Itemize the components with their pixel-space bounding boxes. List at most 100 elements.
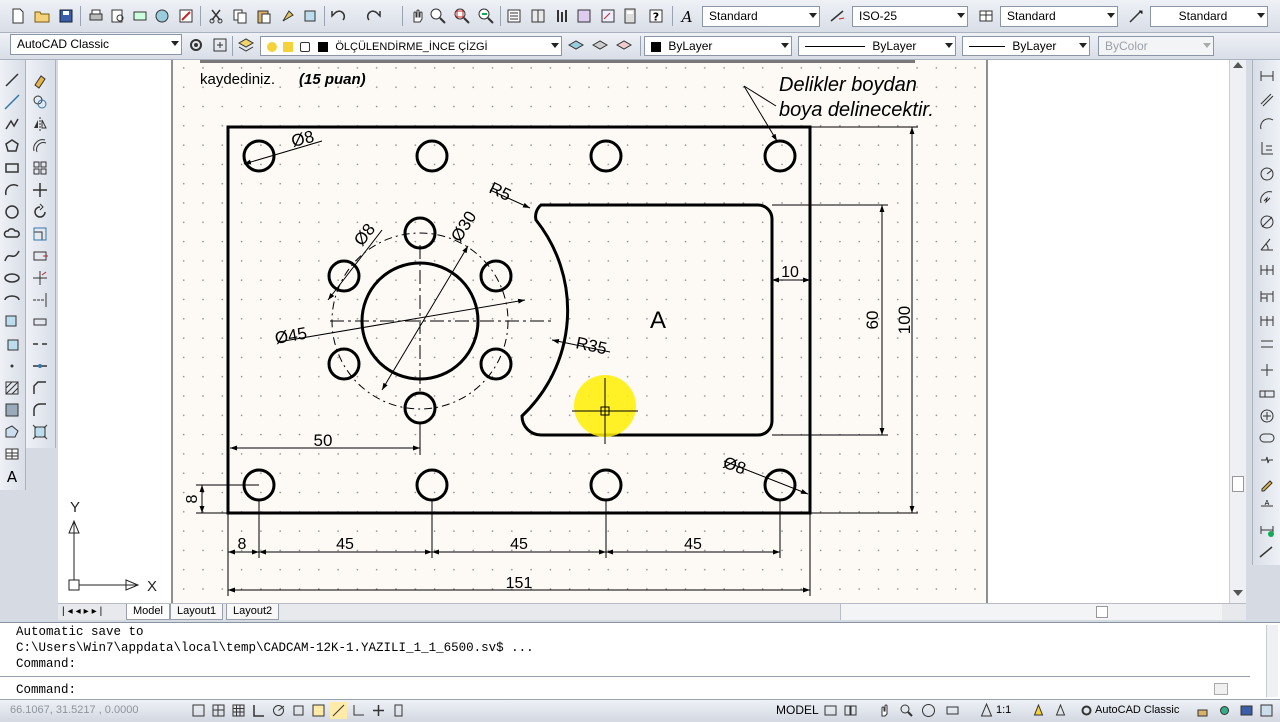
isolate-objects-icon[interactable]: [1216, 702, 1233, 719]
hatch-icon[interactable]: [2, 378, 23, 399]
ucs-toggle-icon[interactable]: [350, 702, 367, 719]
grid-display-icon[interactable]: [230, 702, 247, 719]
ordinate-dimension-icon[interactable]: [1257, 138, 1277, 158]
radius-dimension-icon[interactable]: [1257, 164, 1277, 184]
tab-layout2[interactable]: Layout2: [226, 604, 280, 620]
fillet-icon[interactable]: [30, 400, 50, 420]
horizontal-scroll-thumb[interactable]: [1096, 606, 1108, 618]
spline-icon[interactable]: [2, 246, 23, 267]
layer-manager-icon[interactable]: [236, 35, 256, 55]
zoom-realtime-icon[interactable]: [428, 6, 448, 26]
properties-edit-icon[interactable]: [176, 6, 196, 26]
object-snap-icon[interactable]: [290, 702, 307, 719]
dynamic-input-icon[interactable]: [370, 702, 387, 719]
stretch-icon[interactable]: [30, 246, 50, 266]
trim-icon[interactable]: [30, 268, 50, 288]
help-icon[interactable]: ?: [646, 6, 666, 26]
snap-mode-icon[interactable]: [210, 702, 227, 719]
rectangle-icon[interactable]: [2, 158, 23, 179]
construction-line-icon[interactable]: [2, 92, 23, 113]
jogged-linear-icon[interactable]: [1257, 450, 1277, 470]
chamfer-icon[interactable]: [30, 378, 50, 398]
save-icon[interactable]: [56, 6, 76, 26]
clean-screen-icon[interactable]: [1258, 702, 1275, 719]
annotation-scale-icon[interactable]: [978, 702, 995, 719]
workspace-status-label[interactable]: AutoCAD Classic: [1095, 704, 1179, 716]
arc-icon[interactable]: [2, 180, 23, 201]
move-icon[interactable]: [30, 180, 50, 200]
lock-ui-icon[interactable]: [1194, 702, 1211, 719]
plot-icon[interactable]: [86, 6, 106, 26]
3d-dwf-icon[interactable]: [152, 6, 172, 26]
markup-icon[interactable]: [598, 6, 618, 26]
dimension-style-icon[interactable]: [828, 6, 848, 26]
hardware-acceleration-icon[interactable]: [1238, 702, 1255, 719]
layer-select[interactable]: ÖLÇÜLENDİRME_İNCE ÇİZGİ: [260, 36, 562, 56]
showmotion-icon[interactable]: [944, 702, 961, 719]
quick-dimension-icon[interactable]: [1257, 260, 1277, 280]
tab-model[interactable]: Model: [126, 604, 170, 620]
sheet-set-icon[interactable]: [574, 6, 594, 26]
lineweight-toggle-icon[interactable]: [390, 702, 407, 719]
command-scrollbar[interactable]: [1266, 625, 1278, 697]
dimension-edit-icon[interactable]: [1257, 474, 1277, 494]
zoom-previous-icon[interactable]: [476, 6, 496, 26]
ellipse-icon[interactable]: [2, 268, 23, 289]
break-at-point-icon[interactable]: [30, 312, 50, 332]
baseline-dimension-icon[interactable]: [1257, 286, 1277, 306]
extend-icon[interactable]: [30, 290, 50, 310]
offset-icon[interactable]: [30, 136, 50, 156]
quick-view-drawings-icon[interactable]: [842, 702, 859, 719]
line-icon[interactable]: [2, 70, 23, 91]
region-icon[interactable]: [2, 422, 23, 443]
customize-icon[interactable]: [210, 35, 230, 55]
command-window[interactable]: Automatic save to C:\Users\Win7\appdata\…: [0, 622, 1280, 699]
copy-icon[interactable]: [230, 6, 250, 26]
pan-status-icon[interactable]: [876, 702, 893, 719]
angular-dimension-icon[interactable]: [1257, 234, 1277, 254]
zoom-window-icon[interactable]: [452, 6, 472, 26]
calculator-icon[interactable]: [620, 6, 640, 26]
rotate-icon[interactable]: [30, 202, 50, 222]
plot-preview-icon[interactable]: [108, 6, 128, 26]
scroll-down-icon[interactable]: [1233, 590, 1243, 596]
continue-dimension-icon[interactable]: [1257, 310, 1277, 330]
undo-icon[interactable]: [328, 6, 348, 26]
tolerance-icon[interactable]: [1257, 384, 1277, 404]
table-icon[interactable]: [2, 444, 23, 465]
dimension-text-edit-icon[interactable]: A: [1257, 496, 1277, 516]
table-style-select[interactable]: Standard: [1000, 6, 1118, 27]
model-space-toggle[interactable]: MODEL: [776, 703, 819, 717]
text-style-icon[interactable]: A: [678, 6, 698, 26]
linetype-select[interactable]: ByLayer: [798, 36, 956, 56]
multileader-style-select[interactable]: Standard: [1150, 6, 1268, 27]
annotation-visibility-icon[interactable]: [1030, 702, 1047, 719]
explode-icon[interactable]: [30, 422, 50, 442]
object-snap-tracking-icon[interactable]: [330, 702, 347, 719]
aligned-dimension-icon[interactable]: [1257, 90, 1277, 110]
properties-icon[interactable]: [504, 6, 524, 26]
ortho-mode-icon[interactable]: [250, 702, 267, 719]
quick-view-layouts-icon[interactable]: [822, 702, 839, 719]
join-icon[interactable]: [30, 356, 50, 376]
dimension-space-icon[interactable]: [1257, 334, 1277, 354]
zoom-status-icon[interactable]: [898, 702, 915, 719]
dimension-style-select[interactable]: ISO-25: [852, 6, 968, 27]
layer-state-icon[interactable]: [614, 35, 634, 55]
steering-wheel-icon[interactable]: [920, 702, 937, 719]
open-folder-icon[interactable]: [32, 6, 52, 26]
center-mark-icon[interactable]: [1257, 406, 1277, 426]
workspace-select[interactable]: AutoCAD Classic: [10, 34, 182, 55]
inspection-icon[interactable]: [1257, 428, 1277, 448]
multiline-text-icon[interactable]: A: [2, 466, 23, 487]
linear-dimension-icon[interactable]: [1257, 66, 1277, 86]
color-select[interactable]: ByLayer: [644, 36, 792, 56]
break-icon[interactable]: [30, 334, 50, 354]
pan-icon[interactable]: [406, 6, 426, 26]
new-file-icon[interactable]: [8, 6, 28, 26]
publish-icon[interactable]: [130, 6, 150, 26]
workspace-switching-icon[interactable]: [1078, 702, 1095, 719]
design-center-icon[interactable]: [528, 6, 548, 26]
workspace-settings-icon[interactable]: [186, 35, 206, 55]
array-icon[interactable]: [30, 158, 50, 178]
